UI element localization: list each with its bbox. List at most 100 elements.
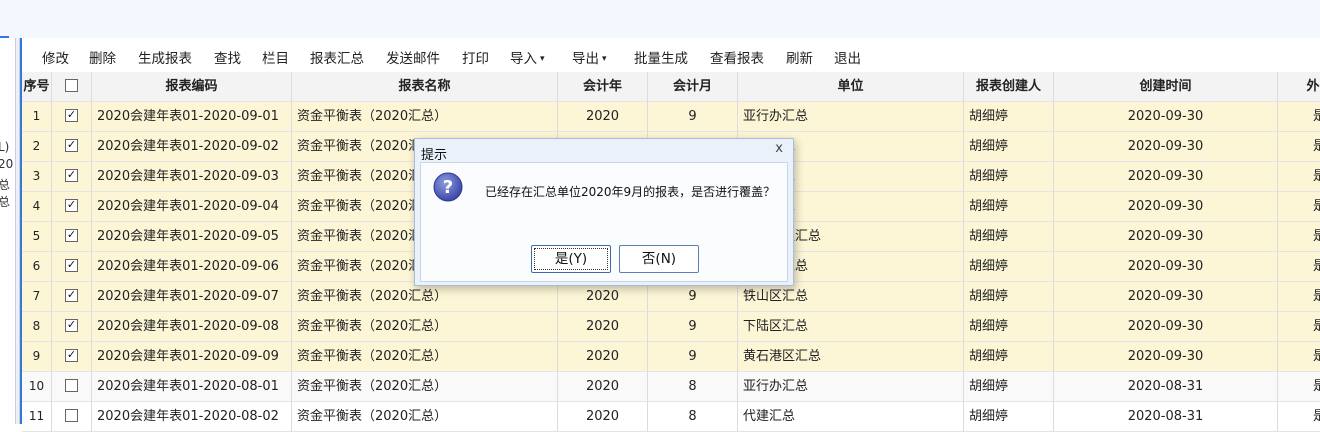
row-checkbox[interactable] xyxy=(65,409,78,422)
export-dropdown[interactable]: 导出 ▾ xyxy=(572,47,607,67)
created-time-cell: 2020-09-30 xyxy=(1054,102,1278,132)
report-code-cell: 2020会建年表01-2020-09-09 xyxy=(92,342,292,372)
month-cell: 9 xyxy=(648,102,738,132)
edit-button[interactable]: 修改 xyxy=(42,47,69,67)
yes-button[interactable]: 是(Y) xyxy=(531,245,611,273)
unit-cell: 黄石港区汇总 xyxy=(738,342,964,372)
year-cell: 2020 xyxy=(558,402,648,432)
checkbox-cell[interactable]: ✓ xyxy=(52,312,92,342)
header-month[interactable]: 会计月 xyxy=(648,72,738,102)
table-row[interactable]: 7 ✓ 2020会建年表01-2020-09-07 资金平衡表（2020汇总） 2020… xyxy=(22,282,1320,312)
checkbox-cell[interactable]: ✓ xyxy=(52,282,92,312)
left-panel-fragment: L) xyxy=(0,140,10,154)
report-name-cell: 资金平衡表（2020汇总） xyxy=(292,342,558,372)
creator-cell: 胡细婷 xyxy=(964,222,1054,252)
row-checkbox[interactable]: ✓ xyxy=(65,139,78,152)
unit-cell: 铁山区汇总 xyxy=(738,282,964,312)
header-unit[interactable]: 单位 xyxy=(738,72,964,102)
report-code-cell: 2020会建年表01-2020-09-04 xyxy=(92,192,292,222)
row-checkbox[interactable] xyxy=(65,379,78,392)
row-checkbox[interactable]: ✓ xyxy=(65,289,78,302)
dialog-title: 提示 xyxy=(421,148,448,163)
created-time-cell: 2020-09-30 xyxy=(1054,162,1278,192)
row-checkbox[interactable]: ✓ xyxy=(65,349,78,362)
toolbar-label: 批量生成 xyxy=(634,51,688,67)
month-cell: 9 xyxy=(648,312,738,342)
checkbox-cell[interactable]: ✓ xyxy=(52,162,92,192)
print-button[interactable]: 打印 xyxy=(462,47,489,67)
checkbox-cell[interactable] xyxy=(52,402,92,432)
no-button[interactable]: 否(N) xyxy=(619,245,699,273)
close-icon[interactable]: x xyxy=(775,141,783,156)
creator-cell: 胡细婷 xyxy=(964,372,1054,402)
columns-button[interactable]: 栏目 xyxy=(262,47,289,67)
table-row[interactable]: 10 2020会建年表01-2020-08-01 资金平衡表（2020汇总） 2020… xyxy=(22,372,1320,402)
table-row[interactable]: 9 ✓ 2020会建年表01-2020-09-09 资金平衡表（2020汇总） 2020… xyxy=(22,342,1320,372)
toolbar-label: 打印 xyxy=(462,51,489,67)
seq-cell: 5 xyxy=(22,222,52,252)
header-creator[interactable]: 报表创建人 xyxy=(964,72,1054,102)
seq-cell: 2 xyxy=(22,132,52,162)
month-cell: 9 xyxy=(648,342,738,372)
checkbox-cell[interactable]: ✓ xyxy=(52,342,92,372)
report-name-cell: 资金平衡表（2020汇总） xyxy=(292,282,558,312)
select-all-checkbox[interactable] xyxy=(65,79,78,92)
report-code-cell: 2020会建年表01-2020-09-08 xyxy=(92,312,292,342)
refresh-button[interactable]: 刷新 xyxy=(786,47,813,67)
checkbox-cell[interactable]: ✓ xyxy=(52,102,92,132)
created-time-cell: 2020-09-30 xyxy=(1054,192,1278,222)
year-cell: 2020 xyxy=(558,312,648,342)
header-report-code[interactable]: 报表编码 xyxy=(92,72,292,102)
row-checkbox[interactable]: ✓ xyxy=(65,259,78,272)
seq-cell: 9 xyxy=(22,342,52,372)
row-checkbox[interactable]: ✓ xyxy=(65,109,78,122)
table-row[interactable]: 1 ✓ 2020会建年表01-2020-09-01 资金平衡表（2020汇总） 2020… xyxy=(22,102,1320,132)
row-checkbox[interactable]: ✓ xyxy=(65,229,78,242)
year-cell: 2020 xyxy=(558,102,648,132)
checkbox-cell[interactable]: ✓ xyxy=(52,192,92,222)
top-header-band xyxy=(0,0,1320,39)
left-panel: L) 20 总 总 xyxy=(0,38,15,424)
creator-cell: 胡细婷 xyxy=(964,312,1054,342)
import-dropdown[interactable]: 导入 ▾ xyxy=(510,47,545,67)
view-report-button[interactable]: 查看报表 xyxy=(710,47,764,67)
dialog-body: ? 已经存在汇总单位2020年9月的报表，是否进行覆盖？ 是(Y) 否(N) xyxy=(420,162,788,282)
row-checkbox[interactable]: ✓ xyxy=(65,169,78,182)
checkbox-cell[interactable]: ✓ xyxy=(52,132,92,162)
report-name-cell: 资金平衡表（2020汇总） xyxy=(292,402,558,432)
seq-cell: 1 xyxy=(22,102,52,132)
external-cell: 是 xyxy=(1278,402,1320,432)
row-checkbox[interactable]: ✓ xyxy=(65,319,78,332)
table-row[interactable]: 11 2020会建年表01-2020-08-02 资金平衡表（2020汇总） 2020… xyxy=(22,402,1320,432)
generate-report-button[interactable]: 生成报表 xyxy=(138,47,192,67)
header-seq[interactable]: 序号 xyxy=(22,72,52,102)
exit-button[interactable]: 退出 xyxy=(834,47,861,67)
creator-cell: 胡细婷 xyxy=(964,282,1054,312)
checkbox-cell[interactable] xyxy=(52,372,92,402)
header-external[interactable]: 外部 xyxy=(1278,72,1320,102)
toolbar-label: 报表汇总 xyxy=(310,51,364,67)
left-panel-fragment: 总 xyxy=(0,195,11,209)
header-created-time[interactable]: 创建时间 xyxy=(1054,72,1278,102)
send-email-button[interactable]: 发送邮件 xyxy=(386,47,440,67)
created-time-cell: 2020-09-30 xyxy=(1054,312,1278,342)
seq-cell: 6 xyxy=(22,252,52,282)
table-row[interactable]: 8 ✓ 2020会建年表01-2020-09-08 资金平衡表（2020汇总） 2020… xyxy=(22,312,1320,342)
find-button[interactable]: 查找 xyxy=(214,47,241,67)
seq-cell: 10 xyxy=(22,372,52,402)
header-select-all[interactable] xyxy=(52,72,92,102)
external-cell: 是 xyxy=(1278,312,1320,342)
checkbox-cell[interactable]: ✓ xyxy=(52,222,92,252)
year-cell: 2020 xyxy=(558,342,648,372)
report-summary-button[interactable]: 报表汇总 xyxy=(310,47,364,67)
header-report-name[interactable]: 报表名称 xyxy=(292,72,558,102)
batch-generate-button[interactable]: 批量生成 xyxy=(634,47,688,67)
checkbox-cell[interactable]: ✓ xyxy=(52,252,92,282)
toolbar-label: 导入 xyxy=(510,51,537,67)
external-cell: 是 xyxy=(1278,372,1320,402)
svg-text:?: ? xyxy=(443,177,453,198)
month-cell: 8 xyxy=(648,372,738,402)
header-year[interactable]: 会计年 xyxy=(558,72,648,102)
delete-button[interactable]: 删除 xyxy=(89,47,116,67)
row-checkbox[interactable]: ✓ xyxy=(65,199,78,212)
